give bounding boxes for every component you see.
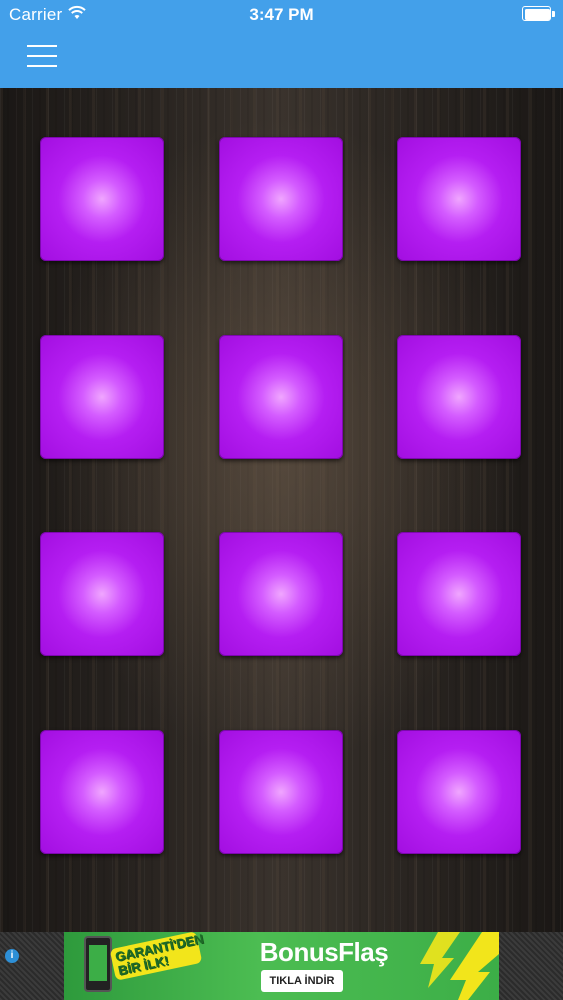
sound-pad-5[interactable] — [219, 335, 343, 459]
battery-icon — [522, 6, 555, 21]
status-bar: Carrier 3:47 PM — [0, 0, 563, 30]
sound-pad-4[interactable] — [40, 335, 164, 459]
sound-pad-12[interactable] — [397, 730, 521, 854]
sound-pad-3[interactable] — [397, 137, 521, 261]
phone-icon — [84, 936, 112, 992]
sound-pad-2[interactable] — [219, 137, 343, 261]
status-time: 3:47 PM — [249, 5, 314, 24]
sound-pad-10[interactable] — [40, 730, 164, 854]
sound-pad-7[interactable] — [40, 532, 164, 656]
sound-pad-11[interactable] — [219, 730, 343, 854]
lightning-bolt-icon — [420, 932, 499, 1000]
sound-pad-8[interactable] — [219, 532, 343, 656]
ad-info-icon[interactable]: i — [5, 949, 19, 963]
ad-slogan: GARANTİ'DEN BİR İLK! — [109, 932, 205, 981]
ad-title: BonusFlaş — [259, 937, 389, 967]
hamburger-menu-icon[interactable] — [22, 40, 62, 72]
navigation-bar: Carrier 3:47 PM — [0, 0, 563, 88]
sound-pad-9[interactable] — [397, 532, 521, 656]
ad-banner[interactable]: GARANTİ'DEN BİR İLK! BonusFlaş TIKLA İND… — [64, 932, 499, 1000]
pad-board — [0, 88, 563, 932]
ad-cta-button[interactable]: TIKLA İNDİR — [261, 970, 343, 992]
sound-pad-1[interactable] — [40, 137, 164, 261]
sound-pad-6[interactable] — [397, 335, 521, 459]
